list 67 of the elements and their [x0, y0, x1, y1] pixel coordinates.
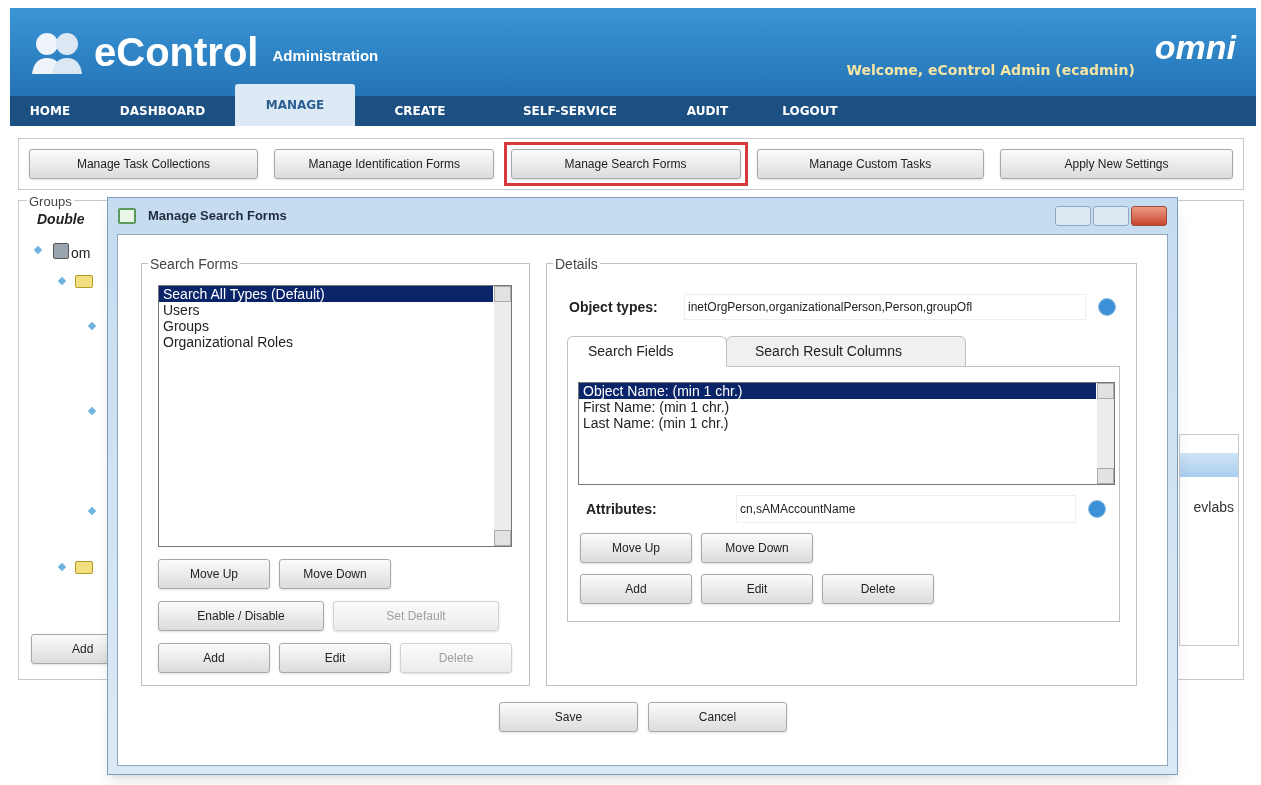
scroll-up-button[interactable]	[1097, 383, 1114, 399]
input-field[interactable]: cn,sAMAccountName	[736, 495, 1076, 523]
expander-icon[interactable]	[87, 321, 97, 331]
input-field[interactable]: inetOrgPerson,organizationalPerson,Person,groupOfl	[684, 294, 1086, 320]
button[interactable]: Apply New Settings	[1000, 149, 1233, 179]
product-subtitle: Administration	[272, 45, 379, 66]
button[interactable]: Enable / Disable	[158, 601, 324, 631]
scroll-down-button[interactable]	[494, 530, 511, 546]
list-item[interactable]: Organizational Roles	[159, 334, 493, 350]
button[interactable]: Manage Task Collections	[29, 149, 258, 179]
window-icon	[118, 208, 136, 224]
button[interactable]: Add	[158, 643, 270, 673]
scroll-up-button[interactable]	[494, 286, 511, 302]
button[interactable]: Manage Custom Tasks	[756, 149, 984, 179]
expander-icon[interactable]	[33, 245, 43, 255]
button[interactable]: Edit	[701, 574, 813, 604]
column-header	[1180, 453, 1238, 477]
nav-tab[interactable]: SELF-SERVICE	[485, 96, 655, 126]
tab[interactable]: Search Result Columns	[726, 336, 966, 367]
button[interactable]: Move Up	[158, 559, 270, 589]
button[interactable]: Edit	[279, 643, 391, 673]
expander-icon[interactable]	[87, 506, 97, 516]
expander-icon[interactable]	[57, 276, 67, 286]
help-icon[interactable]	[1098, 298, 1116, 316]
button[interactable]: Delete	[822, 574, 934, 604]
hint-text: Double	[37, 210, 85, 229]
list-item[interactable]: Last Name: (min 1 chr.)	[579, 415, 1096, 431]
field-label: Object types:	[569, 297, 659, 317]
expander-icon[interactable]	[87, 406, 97, 416]
nav-tab[interactable]: HOME	[10, 96, 90, 126]
button[interactable]: Cancel	[648, 702, 787, 732]
button[interactable]: Manage Identification Forms	[274, 149, 495, 179]
product-title: eControl	[94, 29, 259, 76]
brand-logo: omni	[1154, 26, 1236, 68]
list-item[interactable]: Groups	[159, 318, 493, 334]
scroll-down-button[interactable]	[1097, 468, 1114, 484]
button[interactable]: Save	[499, 702, 638, 732]
list-item[interactable]: Users	[159, 302, 493, 318]
expander-icon[interactable]	[57, 562, 67, 572]
close-button[interactable]	[1131, 206, 1167, 226]
tab[interactable]: Search Fields	[567, 336, 727, 367]
nav-tab[interactable]: MANAGE	[235, 84, 355, 126]
window-title: Manage Search Forms	[148, 207, 287, 226]
table-cell-text: evlabs	[1192, 498, 1235, 517]
nav-tab[interactable]: CREATE	[355, 96, 485, 126]
folder-icon	[75, 275, 93, 288]
field-label: Attributes:	[586, 499, 658, 519]
scrollbar[interactable]	[1097, 383, 1114, 484]
button[interactable]: Move Down	[701, 533, 813, 563]
nav-tab[interactable]: DASHBOARD	[90, 96, 235, 126]
tree-node[interactable]: om	[71, 243, 91, 264]
list-item[interactable]: Object Name: (min 1 chr.)	[579, 383, 1096, 399]
button[interactable]: Add	[580, 574, 692, 604]
folder-icon	[75, 561, 93, 574]
list-item[interactable]: Search All Types (Default)	[159, 286, 493, 302]
restore-button[interactable]	[1055, 206, 1091, 226]
help-icon[interactable]	[1088, 500, 1106, 518]
nav-tab[interactable]: AUDIT	[655, 96, 760, 126]
scrollbar[interactable]	[494, 286, 511, 546]
nav-tab[interactable]: LOGOUT	[760, 96, 860, 126]
welcome-text: Welcome, eControl Admin (ecadmin)	[846, 60, 1135, 80]
users-icon	[30, 30, 84, 74]
button[interactable]: Move Up	[580, 533, 692, 563]
minimize-button[interactable]	[1093, 206, 1129, 226]
button[interactable]: Manage Search Forms	[510, 149, 741, 179]
list-item[interactable]: First Name: (min 1 chr.)	[579, 399, 1096, 415]
button[interactable]: Move Down	[279, 559, 391, 589]
